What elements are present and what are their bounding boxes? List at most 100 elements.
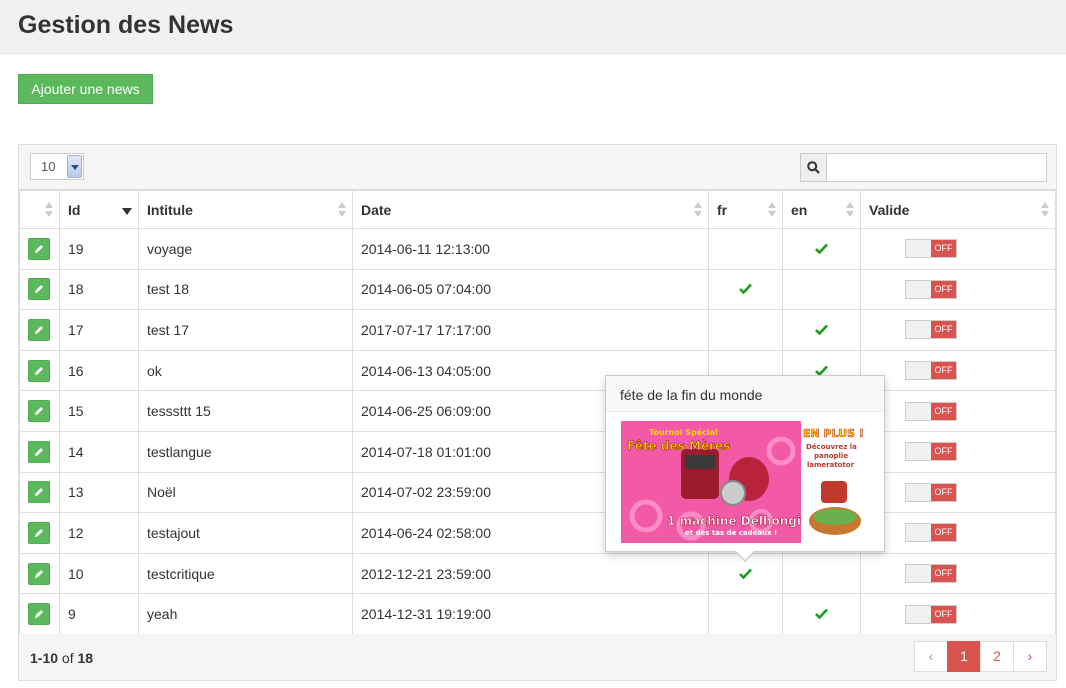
edit-button[interactable] <box>28 400 50 423</box>
title-cell: test 18 <box>138 268 353 311</box>
check-icon <box>815 241 828 257</box>
id-cell: 15 <box>59 390 139 432</box>
id-cell: 18 <box>59 268 139 311</box>
valid-toggle[interactable]: OFF <box>905 482 957 502</box>
edit-button[interactable] <box>28 562 50 585</box>
title-cell: testlangue <box>138 430 353 473</box>
table-row: 19 voyage 2014-06-11 12:13:00 OFF <box>19 228 1056 270</box>
edit-button[interactable] <box>28 318 50 341</box>
edit-button[interactable] <box>28 521 50 544</box>
toggle-handle <box>906 402 931 420</box>
pagination: ‹ 1 2 › <box>914 641 1047 672</box>
edit-button[interactable] <box>28 359 50 382</box>
valid-toggle[interactable]: OFF <box>905 361 957 381</box>
id-cell: 17 <box>59 309 139 351</box>
toggle-off-label: OFF <box>931 402 956 420</box>
edit-button[interactable] <box>28 440 50 463</box>
valid-toggle[interactable]: OFF <box>905 320 957 340</box>
valid-toggle[interactable]: OFF <box>905 604 957 624</box>
actions-cell <box>19 593 60 635</box>
valid-cell: OFF <box>860 228 1056 270</box>
title-cell: yeah <box>138 593 353 635</box>
toggle-handle <box>906 483 931 501</box>
table-row: 9 yeah 2014-12-31 19:19:00 OFF <box>19 593 1056 635</box>
page-size-value: 10 <box>41 159 56 174</box>
valid-toggle[interactable]: OFF <box>905 239 957 259</box>
column-header-title[interactable]: Intitule <box>138 190 353 229</box>
banner-text-3: 1 machine Delhongi <box>667 514 801 528</box>
table-header-row: Id Intitule Date fr en Valide <box>19 190 1056 229</box>
date-cell: 2014-06-05 07:04:00 <box>352 268 709 311</box>
column-label: fr <box>717 201 728 218</box>
toggle-handle <box>906 565 931 583</box>
valid-toggle[interactable]: OFF <box>905 279 957 299</box>
record-total: 18 <box>77 650 94 666</box>
page-button-2[interactable]: 2 <box>980 641 1014 672</box>
column-label: Id <box>68 201 81 218</box>
sort-icon <box>1041 202 1049 218</box>
actions-cell <box>19 268 60 311</box>
actions-cell <box>19 512 60 554</box>
record-of-label: of <box>61 650 74 666</box>
edit-button[interactable] <box>28 603 50 626</box>
banner-text-2: Fête des Mères <box>627 439 730 453</box>
en-cell <box>782 593 861 635</box>
column-header-actions[interactable] <box>19 190 60 229</box>
toggle-handle <box>906 321 931 339</box>
sort-icon <box>338 202 346 218</box>
next-page-button[interactable]: › <box>1013 641 1047 672</box>
sort-icon <box>694 202 702 218</box>
edit-button[interactable] <box>28 237 50 260</box>
id-cell: 9 <box>59 593 139 635</box>
table-row: 15 tesssttt 15 2014-06-25 06:09:00 OFF <box>19 390 1056 432</box>
prev-page-button[interactable]: ‹ <box>914 641 948 672</box>
id-cell: 19 <box>59 228 139 270</box>
valid-cell: OFF <box>860 430 1056 473</box>
date-cell: 2012-12-21 23:59:00 <box>352 552 709 595</box>
title-cell: voyage <box>138 228 353 270</box>
toggle-handle <box>906 240 931 258</box>
actions-cell <box>19 309 60 351</box>
column-header-date[interactable]: Date <box>352 190 709 229</box>
table-toolbar: 10 <box>19 145 1056 190</box>
edit-button[interactable] <box>28 278 50 301</box>
page-button-1[interactable]: 1 <box>947 641 981 672</box>
column-header-valid[interactable]: Valide <box>860 190 1056 229</box>
chevron-down-icon <box>67 155 82 178</box>
toggle-off-label: OFF <box>931 565 956 583</box>
actions-cell <box>19 471 60 514</box>
toggle-off-label: OFF <box>931 524 956 542</box>
banner-text-4: et des tas de cadeaux ! <box>685 529 777 537</box>
check-icon <box>739 566 752 582</box>
title-cell: ok <box>138 349 353 392</box>
banner-text-8: lameratotor <box>807 461 855 469</box>
valid-toggle[interactable]: OFF <box>905 564 957 584</box>
search-input[interactable] <box>826 153 1047 182</box>
column-header-id[interactable]: Id <box>59 190 139 229</box>
valid-cell: OFF <box>860 268 1056 311</box>
check-icon <box>815 322 828 338</box>
table-row: 10 testcritique 2012-12-21 23:59:00 OFF <box>19 552 1056 595</box>
table-row: 13 Noël 2014-07-02 23:59:00 OFF <box>19 471 1056 514</box>
actions-cell <box>19 228 60 270</box>
add-news-button[interactable]: Ajouter une news <box>18 74 153 104</box>
valid-toggle[interactable]: OFF <box>905 523 957 543</box>
banner-text-5: EN PLUS ! <box>803 427 864 440</box>
column-label: Date <box>361 201 392 218</box>
valid-cell: OFF <box>860 471 1056 514</box>
edit-button[interactable] <box>28 481 50 504</box>
valid-toggle[interactable]: OFF <box>905 442 957 462</box>
id-cell: 12 <box>59 512 139 554</box>
id-cell: 13 <box>59 471 139 514</box>
record-range: 1-10 <box>30 650 59 666</box>
column-header-fr[interactable]: fr <box>708 190 783 229</box>
toggle-off-label: OFF <box>931 483 956 501</box>
sort-icon <box>846 202 854 218</box>
popover-title: féte de la fin du monde <box>606 376 884 412</box>
en-cell <box>782 552 861 595</box>
page-size-select[interactable]: 10 <box>30 153 84 180</box>
sort-icon <box>768 202 776 218</box>
valid-toggle[interactable]: OFF <box>905 401 957 421</box>
column-header-en[interactable]: en <box>782 190 861 229</box>
valid-cell: OFF <box>860 512 1056 554</box>
